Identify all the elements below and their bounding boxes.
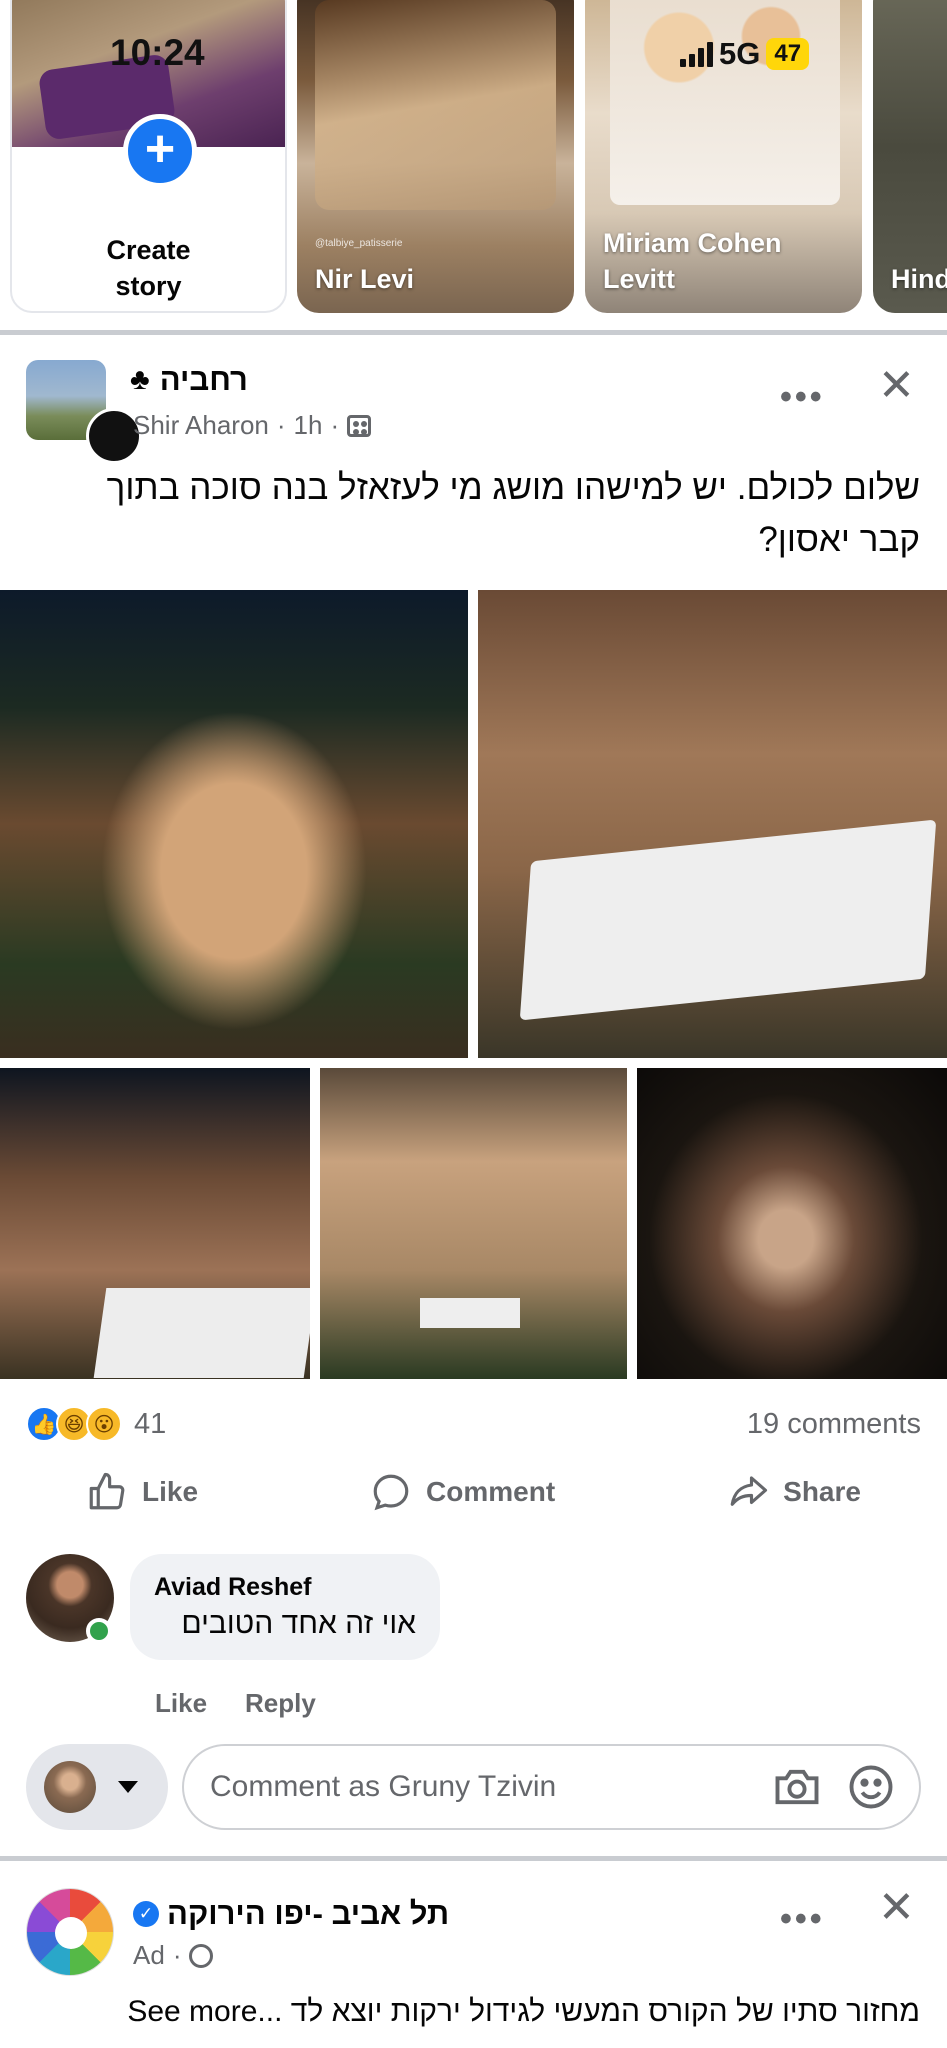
more-options-icon[interactable]: ••• (780, 378, 825, 417)
comment-button[interactable]: Comment (370, 1471, 555, 1513)
comment-composer: Comment as Gruny Tzivin (26, 1744, 921, 1830)
ad-text[interactable]: מחזור סתיו של הקורס המעשי לגידול ירקות י… (40, 1990, 920, 2034)
caret-down-icon (118, 1781, 138, 1793)
online-status-icon (86, 1618, 112, 1644)
verified-badge-icon: ✓ (133, 1901, 159, 1927)
reaction-count: 41 (134, 1407, 167, 1440)
like-button[interactable]: Like (86, 1471, 198, 1513)
user-avatar (44, 1761, 96, 1813)
close-icon[interactable]: ✕ (878, 364, 915, 408)
emoji-icon[interactable] (845, 1761, 897, 1813)
advertiser-name[interactable]: תל אביב -יפו הירוקה ✓ (133, 1896, 449, 1932)
comment-input[interactable]: Comment as Gruny Tzivin (182, 1744, 921, 1830)
club-icon: ♣ (130, 363, 150, 396)
comment-author[interactable]: Aviad Reshef (154, 1570, 416, 1604)
post-photo[interactable] (0, 590, 468, 1058)
story-card-nir-levi[interactable]: @talbiye_patisserie Nir Levi (297, 0, 574, 313)
globe-icon (189, 1943, 214, 1968)
post-header: רחביה ♣ Shir Aharon · 1h · ••• ✕ (0, 340, 947, 464)
author-name[interactable]: Shir Aharon (133, 410, 269, 441)
reactions-summary[interactable]: 👍 😆 😮 41 (26, 1404, 166, 1444)
ad-meta: Ad · (133, 1940, 214, 1971)
story-name: Hind (891, 264, 947, 294)
comment-icon (373, 1474, 409, 1511)
post-photo[interactable] (0, 1068, 310, 1379)
wow-reaction-icon: 😮 (86, 1406, 122, 1442)
identity-switcher[interactable] (26, 1744, 168, 1830)
status-indicators: 5G 47 (680, 36, 810, 72)
plus-icon[interactable]: + (123, 114, 197, 188)
group-privacy-icon (347, 414, 372, 437)
post-actions: Like Comment Share (0, 1462, 947, 1522)
post-text: שלום לכולם. יש למישהו מושג מי לעזאזל בנה… (106, 468, 920, 559)
battery-icon: 47 (766, 38, 810, 70)
group-avatar[interactable] (26, 360, 142, 464)
share-button[interactable]: Share (727, 1471, 861, 1513)
ad-label: Ad (133, 1940, 165, 1970)
post-photo[interactable] (637, 1068, 947, 1379)
create-story-label: Create story (106, 235, 191, 301)
divider (0, 330, 947, 335)
story-name: Miriam Cohen Levitt (603, 228, 782, 294)
comment-actions: Like Reply (155, 1688, 316, 1719)
comment-placeholder: Comment as Gruny Tzivin (210, 1770, 557, 1803)
post-photo[interactable] (320, 1068, 627, 1379)
advertiser-avatar[interactable] (26, 1888, 114, 1976)
comment-bubble[interactable]: Aviad Reshef אוי זה אחד הטובים (130, 1554, 440, 1660)
divider (0, 1856, 947, 1861)
group-name[interactable]: רחביה ♣ (130, 362, 248, 398)
story-card-hind[interactable]: Hind (873, 0, 947, 313)
post-photo[interactable] (478, 590, 947, 1058)
story-tag: @talbiye_patisserie (315, 238, 403, 249)
comment-reply-button[interactable]: Reply (245, 1688, 316, 1719)
status-time: 10:24 (110, 32, 205, 73)
thumbs-up-icon (89, 1472, 125, 1510)
close-icon[interactable]: ✕ (878, 1886, 915, 1930)
share-icon (730, 1476, 768, 1506)
stories-strip: + Create story @talbiye_patisserie Nir L… (0, 0, 947, 318)
network-label: 5G (719, 36, 761, 71)
comment-text: אוי זה אחד הטובים (181, 1607, 416, 1640)
post-time[interactable]: 1h (294, 410, 323, 441)
camera-icon[interactable] (771, 1761, 823, 1813)
signal-icon (680, 41, 713, 67)
comments-count[interactable]: 19 comments (747, 1404, 921, 1444)
story-name: Nir Levi (315, 264, 415, 294)
post-meta: Shir Aharon · 1h · (133, 410, 372, 441)
comment-like-button[interactable]: Like (155, 1688, 207, 1719)
more-options-icon[interactable]: ••• (780, 1900, 825, 1939)
